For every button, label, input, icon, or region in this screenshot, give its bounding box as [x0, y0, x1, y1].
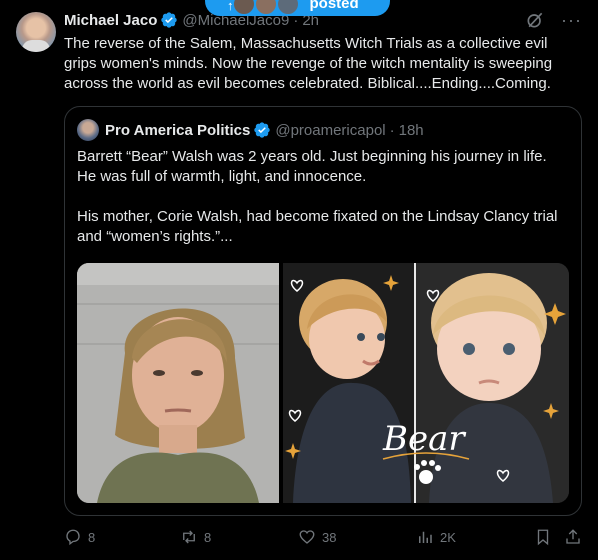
- reply-icon: [66, 529, 80, 546]
- reply-button[interactable]: 8: [64, 528, 95, 546]
- quote-paragraph-2: His mother, Corie Walsh, had become fixa…: [77, 208, 558, 245]
- quote-author-name[interactable]: Pro America Politics: [105, 122, 250, 139]
- views-count: 2K: [440, 529, 456, 545]
- reply-count: 8: [88, 529, 96, 545]
- share-icon: [566, 529, 580, 544]
- repost-count: 8: [204, 529, 212, 545]
- quote-time[interactable]: 18h: [399, 122, 424, 139]
- quote-author-handle[interactable]: @proamericapol: [275, 122, 385, 139]
- heart-icon: [299, 530, 315, 544]
- views-button[interactable]: 2K: [416, 528, 456, 546]
- image-caption: Bear: [383, 419, 465, 459]
- grok-icon[interactable]: [525, 10, 545, 30]
- pill-avatar-1: [231, 0, 256, 16]
- bookmark-button[interactable]: [534, 528, 552, 546]
- quote-author-avatar[interactable]: [77, 119, 99, 141]
- author-name[interactable]: Michael Jaco: [64, 12, 157, 29]
- pill-avatar-3: [275, 0, 300, 16]
- pill-label: posted: [309, 0, 359, 12]
- photo-portrait[interactable]: [77, 263, 279, 503]
- pill-avatar-2: [253, 0, 278, 16]
- separator-dot: ·: [389, 121, 395, 139]
- quote-media: Bear: [77, 263, 569, 503]
- repost-icon: [183, 530, 195, 544]
- quote-header: Pro America Politics @proamericapol · 18…: [77, 119, 424, 141]
- like-button[interactable]: 38: [298, 528, 336, 546]
- child-collage-illustration: [283, 263, 569, 503]
- quote-tweet[interactable]: Pro America Politics @proamericapol · 18…: [64, 106, 582, 516]
- bookmark-icon: [537, 529, 549, 546]
- quote-paragraph-1: Barrett “Bear” Walsh was 2 years old. Ju…: [77, 148, 547, 185]
- verified-badge-icon: [161, 12, 178, 28]
- verified-badge-icon: [254, 122, 271, 138]
- new-posts-pill[interactable]: ↑ posted: [205, 0, 390, 16]
- more-icon[interactable]: ···: [561, 11, 582, 29]
- photo-child-collage[interactable]: Bear: [283, 263, 569, 503]
- tweet-actions: 8 8 38 2K: [64, 528, 582, 548]
- tweet-text: The reverse of the Salem, Massachusetts …: [64, 35, 553, 92]
- share-button[interactable]: [564, 528, 582, 546]
- like-count: 38: [322, 529, 337, 545]
- tweet-header-actions: ···: [525, 10, 582, 30]
- quote-text: Barrett “Bear” Walsh was 2 years old. Ju…: [77, 147, 567, 267]
- views-icon: [419, 531, 432, 543]
- repost-button[interactable]: 8: [180, 528, 211, 546]
- author-avatar[interactable]: [16, 12, 56, 52]
- portrait-illustration: [77, 263, 279, 503]
